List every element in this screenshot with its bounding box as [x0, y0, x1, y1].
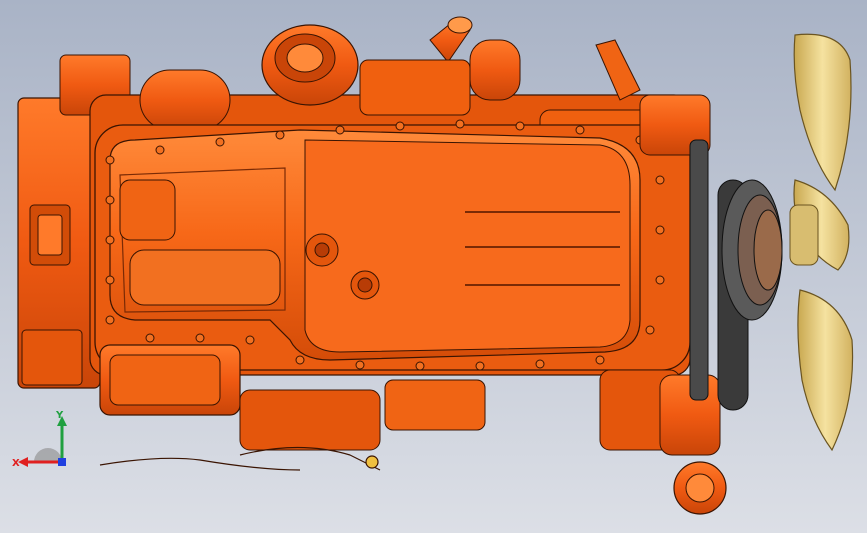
x-axis-label: X [12, 458, 20, 469]
cooling-fan [789, 33, 854, 452]
y-axis-label: Y [55, 410, 64, 421]
engine-3d-model[interactable] [0, 0, 867, 533]
oil-pan [94, 124, 691, 371]
z-axis-icon [58, 458, 66, 466]
cad-viewport[interactable]: Y X [0, 0, 867, 533]
coordinate-triad: Y X [12, 410, 67, 469]
harness-wires [99, 446, 381, 471]
triad-plane-icon [34, 448, 62, 462]
belt-drive [689, 139, 783, 411]
